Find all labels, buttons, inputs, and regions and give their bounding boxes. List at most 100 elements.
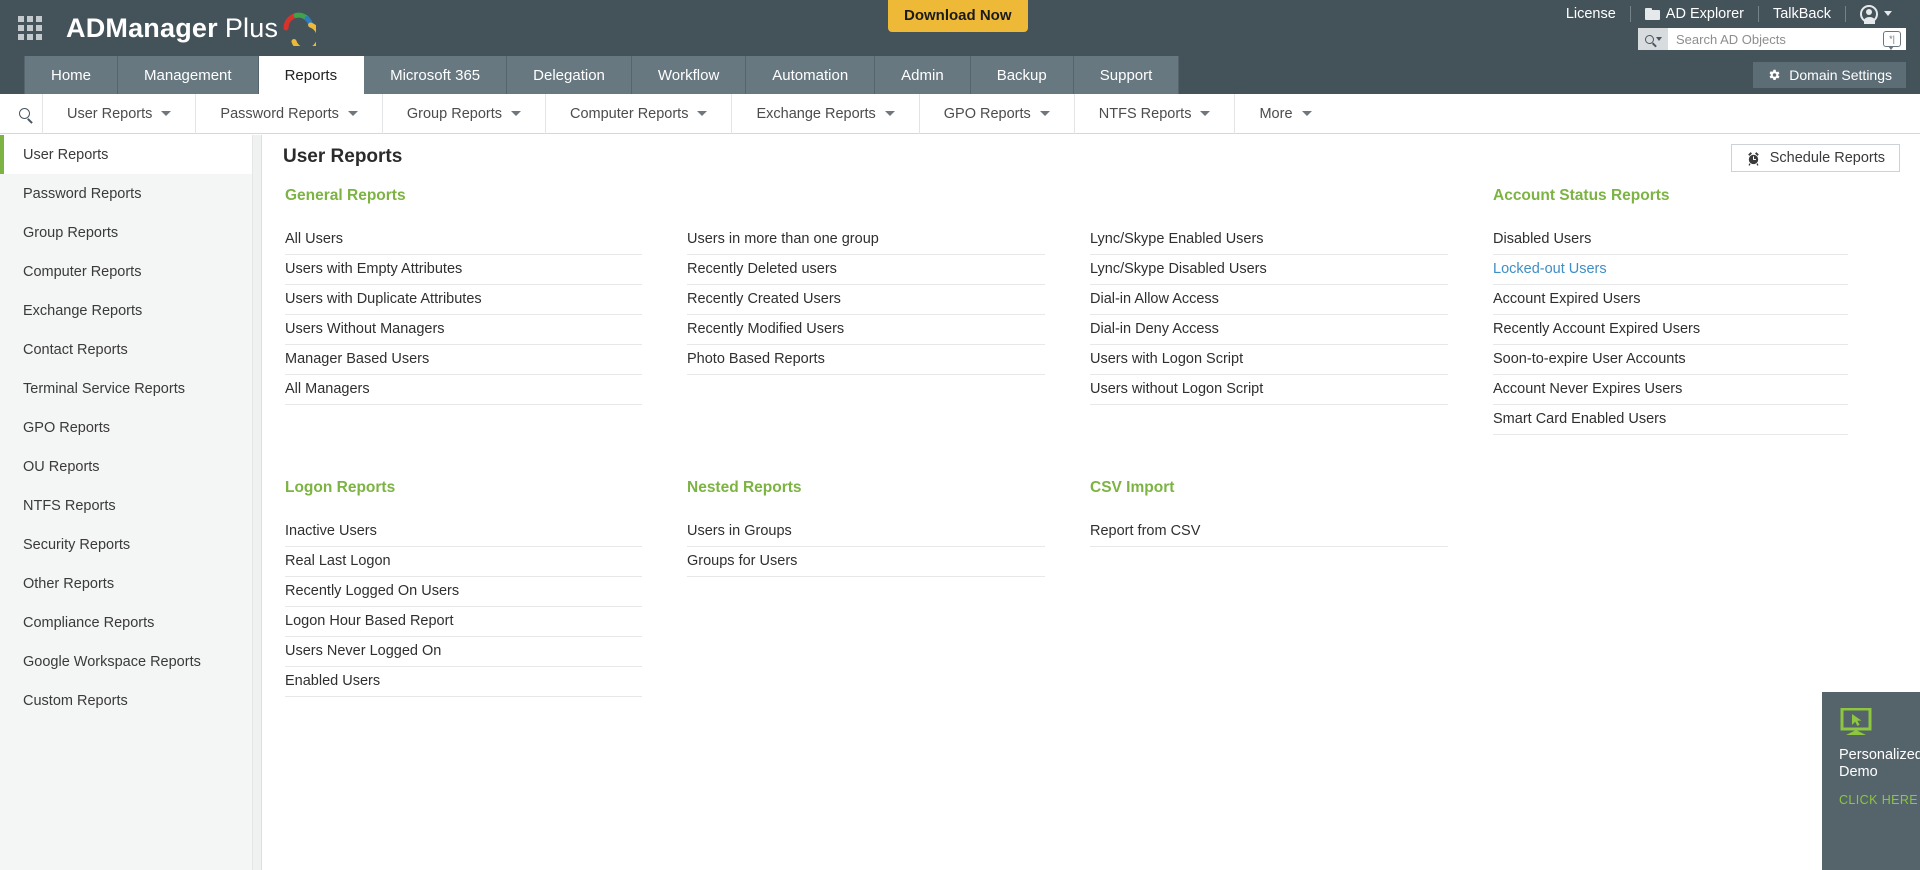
personalized-demo-widget[interactable]: Personalized Demo CLICK HERE [1822, 692, 1920, 870]
sub-navigation-bar: User ReportsPassword ReportsGroup Report… [0, 94, 1920, 134]
sidebar-item-ou-reports[interactable]: OU Reports [0, 447, 261, 486]
ad-explorer-link[interactable]: AD Explorer [1631, 6, 1758, 22]
nav-tab-microsoft-365[interactable]: Microsoft 365 [364, 56, 507, 94]
nav-tab-automation[interactable]: Automation [746, 56, 875, 94]
sidebar-item-group-reports[interactable]: Group Reports [0, 213, 261, 252]
report-link-recently-account-expired-users[interactable]: Recently Account Expired Users [1493, 315, 1848, 345]
nav-tab-workflow[interactable]: Workflow [632, 56, 746, 94]
report-link-users-without-logon-script[interactable]: Users without Logon Script [1090, 375, 1448, 405]
talkback-link[interactable]: TalkBack [1759, 6, 1845, 22]
nav-tab-reports[interactable]: Reports [259, 56, 365, 94]
report-link-recently-modified-users[interactable]: Recently Modified Users [687, 315, 1045, 345]
report-link-logon-hour-based-report[interactable]: Logon Hour Based Report [285, 607, 642, 637]
subnav-user-reports[interactable]: User Reports [42, 94, 195, 134]
report-link-users-in-groups[interactable]: Users in Groups [687, 517, 1045, 547]
subnav-group-reports[interactable]: Group Reports [382, 94, 545, 134]
sidebar-item-google-workspace-reports[interactable]: Google Workspace Reports [0, 642, 261, 681]
nav-tab-admin[interactable]: Admin [875, 56, 971, 94]
sidebar-item-compliance-reports[interactable]: Compliance Reports [0, 603, 261, 642]
chevron-down-icon [1884, 11, 1892, 16]
sidebar-item-label: Computer Reports [23, 264, 141, 280]
manageengine-swirl-icon [282, 10, 316, 46]
report-link-lync-skype-disabled-users[interactable]: Lync/Skype Disabled Users [1090, 255, 1448, 285]
search-input[interactable] [1668, 28, 1883, 50]
nav-tab-delegation[interactable]: Delegation [507, 56, 632, 94]
nav-tab-support[interactable]: Support [1074, 56, 1180, 94]
gear-icon [1767, 68, 1781, 82]
report-link-users-without-managers[interactable]: Users Without Managers [285, 315, 642, 345]
app-grid-icon[interactable] [12, 10, 48, 46]
sidebar-item-gpo-reports[interactable]: GPO Reports [0, 408, 261, 447]
download-now-button[interactable]: Download Now [888, 0, 1028, 32]
license-link[interactable]: License [1552, 6, 1630, 22]
sidebar-item-password-reports[interactable]: Password Reports [0, 174, 261, 213]
subnav-ntfs-reports[interactable]: NTFS Reports [1074, 94, 1235, 134]
search-icon [19, 108, 30, 119]
search-shortcut-icon[interactable]: *| [1883, 31, 1901, 47]
report-link-users-with-empty-attributes[interactable]: Users with Empty Attributes [285, 255, 642, 285]
report-link-real-last-logon[interactable]: Real Last Logon [285, 547, 642, 577]
subnav-computer-reports[interactable]: Computer Reports [545, 94, 731, 134]
folder-icon [1645, 8, 1660, 20]
report-link-account-never-expires-users[interactable]: Account Never Expires Users [1493, 375, 1848, 405]
app-logo[interactable]: ADManager Plus [66, 10, 316, 46]
report-link-lync-skype-enabled-users[interactable]: Lync/Skype Enabled Users [1090, 225, 1448, 255]
top-header-bar: ADManager Plus Download Now License AD E… [0, 0, 1920, 56]
demo-title: Personalized Demo [1839, 747, 1920, 781]
report-link-all-managers[interactable]: All Managers [285, 375, 642, 405]
report-link-users-in-more-than-one-group[interactable]: Users in more than one group [687, 225, 1045, 255]
subnav-gpo-reports[interactable]: GPO Reports [919, 94, 1074, 134]
report-link-enabled-users[interactable]: Enabled Users [285, 667, 642, 697]
report-link-locked-out-users[interactable]: Locked-out Users [1493, 255, 1848, 285]
report-link-users-with-logon-script[interactable]: Users with Logon Script [1090, 345, 1448, 375]
sidebar-item-computer-reports[interactable]: Computer Reports [0, 252, 261, 291]
sidebar-scroll-rail[interactable] [252, 135, 261, 870]
sidebar-item-terminal-service-reports[interactable]: Terminal Service Reports [0, 369, 261, 408]
subnav-exchange-reports[interactable]: Exchange Reports [731, 94, 918, 134]
report-link-recently-deleted-users[interactable]: Recently Deleted users [687, 255, 1045, 285]
report-link-report-from-csv[interactable]: Report from CSV [1090, 517, 1448, 547]
sidebar-item-label: NTFS Reports [23, 498, 116, 514]
sidebar-item-label: Compliance Reports [23, 615, 154, 631]
report-link-groups-for-users[interactable]: Groups for Users [687, 547, 1045, 577]
sidebar-item-label: Security Reports [23, 537, 130, 553]
search-scope-button[interactable] [1638, 28, 1668, 50]
user-avatar-icon [1860, 5, 1878, 23]
nav-tab-management[interactable]: Management [118, 56, 259, 94]
report-link-dial-in-allow-access[interactable]: Dial-in Allow Access [1090, 285, 1448, 315]
subnav-password-reports[interactable]: Password Reports [195, 94, 381, 134]
report-link-users-never-logged-on[interactable]: Users Never Logged On [285, 637, 642, 667]
report-link-recently-created-users[interactable]: Recently Created Users [687, 285, 1045, 315]
sidebar-item-contact-reports[interactable]: Contact Reports [0, 330, 261, 369]
domain-settings-button[interactable]: Domain Settings [1753, 62, 1906, 88]
reports-grid: General ReportsAll UsersUsers with Empty… [263, 187, 1920, 697]
sidebar-item-other-reports[interactable]: Other Reports [0, 564, 261, 603]
report-group-title: CSV Import [1090, 479, 1448, 499]
nav-tab-backup[interactable]: Backup [971, 56, 1074, 94]
subnav-search-button[interactable] [6, 108, 42, 119]
report-link-disabled-users[interactable]: Disabled Users [1493, 225, 1848, 255]
report-link-photo-based-reports[interactable]: Photo Based Reports [687, 345, 1045, 375]
report-link-dial-in-deny-access[interactable]: Dial-in Deny Access [1090, 315, 1448, 345]
sidebar-item-user-reports[interactable]: User Reports [0, 135, 261, 174]
report-link-smart-card-enabled-users[interactable]: Smart Card Enabled Users [1493, 405, 1848, 435]
subnav-more[interactable]: More [1234, 94, 1335, 134]
sidebar-item-exchange-reports[interactable]: Exchange Reports [0, 291, 261, 330]
sidebar-item-custom-reports[interactable]: Custom Reports [0, 681, 261, 720]
sidebar-item-label: Exchange Reports [23, 303, 142, 319]
schedule-reports-button[interactable]: Schedule Reports [1731, 144, 1900, 172]
sidebar-item-ntfs-reports[interactable]: NTFS Reports [0, 486, 261, 525]
report-link-account-expired-users[interactable]: Account Expired Users [1493, 285, 1848, 315]
schedule-reports-label: Schedule Reports [1770, 150, 1885, 166]
report-link-all-users[interactable]: All Users [285, 225, 642, 255]
nav-tab-home[interactable]: Home [24, 56, 118, 94]
report-link-inactive-users[interactable]: Inactive Users [285, 517, 642, 547]
demo-cta-link[interactable]: CLICK HERE [1839, 793, 1918, 807]
report-link-manager-based-users[interactable]: Manager Based Users [285, 345, 642, 375]
user-account-menu[interactable] [1846, 5, 1906, 23]
report-link-users-with-duplicate-attributes[interactable]: Users with Duplicate Attributes [285, 285, 642, 315]
sidebar-item-security-reports[interactable]: Security Reports [0, 525, 261, 564]
report-link-recently-logged-on-users[interactable]: Recently Logged On Users [285, 577, 642, 607]
report-link-soon-to-expire-user-accounts[interactable]: Soon-to-expire User Accounts [1493, 345, 1848, 375]
search-bar[interactable]: *| [1638, 28, 1906, 50]
